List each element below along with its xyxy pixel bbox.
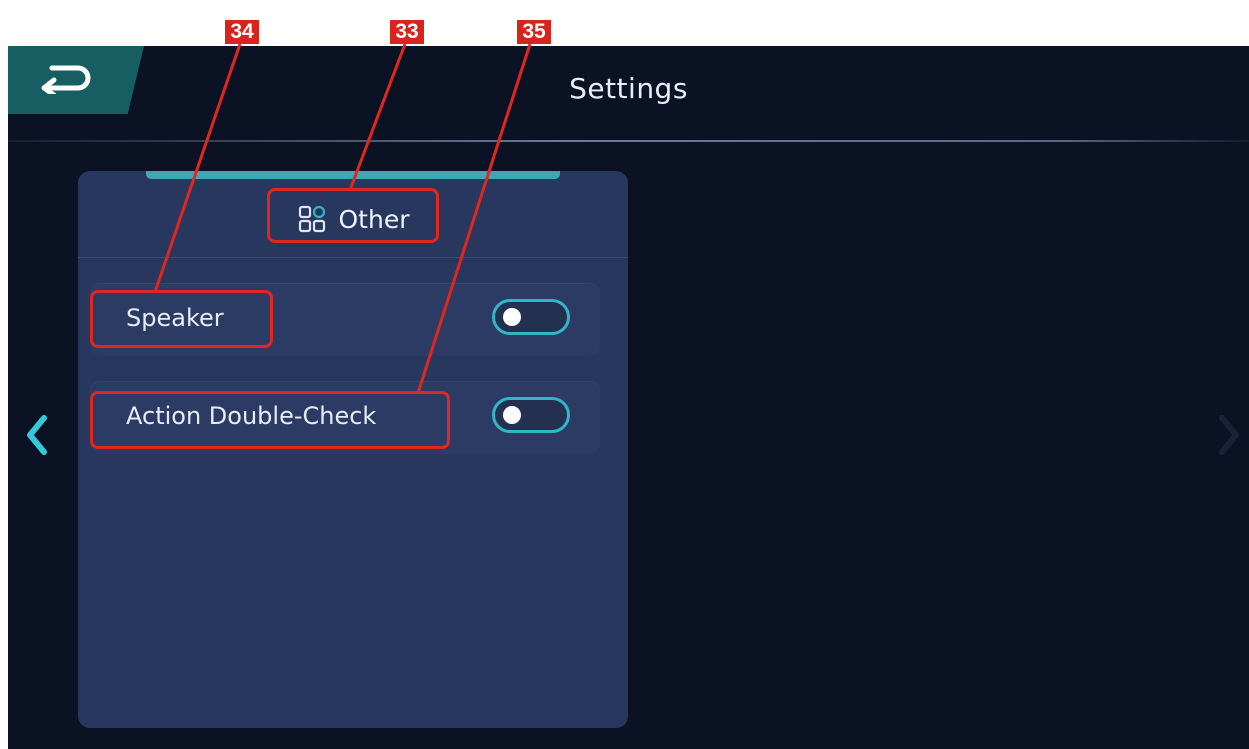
- callout-box-33: [267, 188, 439, 243]
- callout-badge-34: 34: [225, 20, 259, 44]
- leader-line-34: [153, 43, 242, 293]
- callout-leader-lines: [153, 43, 532, 394]
- leader-line-33: [348, 43, 407, 191]
- callout-box-35: [90, 391, 450, 449]
- callout-badge-35: 35: [517, 20, 551, 44]
- callout-box-34: [90, 290, 273, 348]
- callout-badge-33: 33: [390, 20, 424, 44]
